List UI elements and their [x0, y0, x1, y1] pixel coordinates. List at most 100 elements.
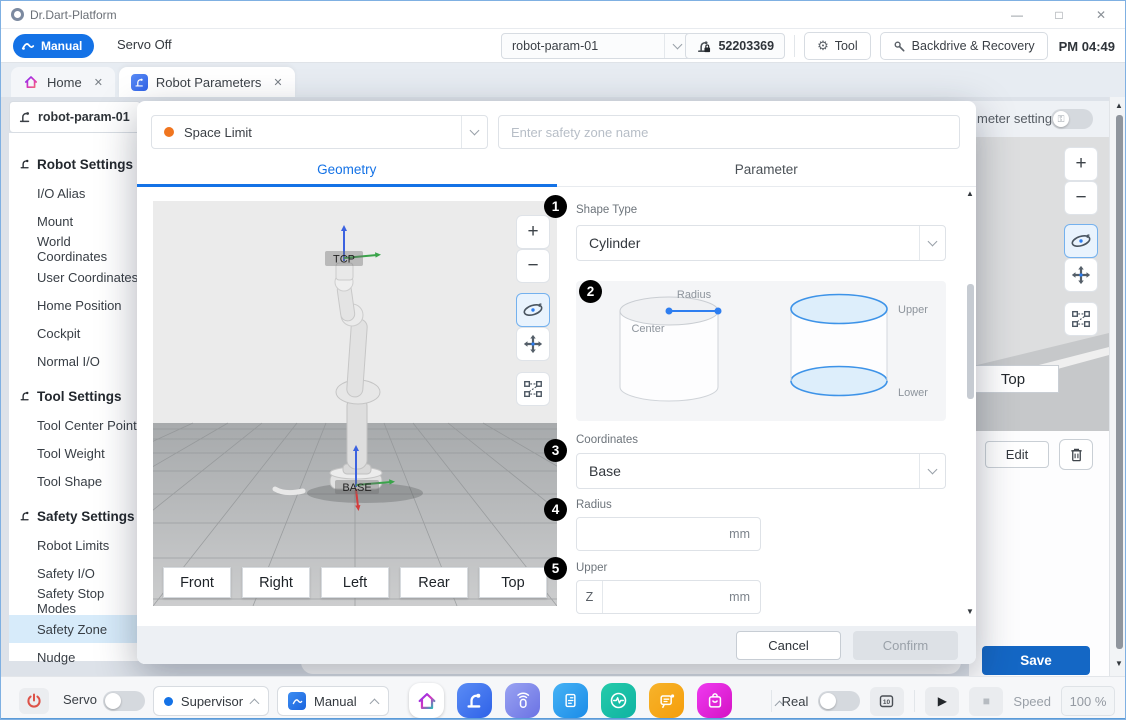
- tab-robot-parameters[interactable]: Robot Parameters ✕: [119, 67, 295, 97]
- view-top-button[interactable]: Top: [479, 567, 547, 598]
- zoom-out-button[interactable]: −: [1064, 181, 1098, 215]
- section-tool-settings[interactable]: Tool Settings: [9, 381, 141, 411]
- view-right-button[interactable]: Right: [242, 567, 310, 598]
- pan-button[interactable]: [516, 327, 550, 361]
- play-button[interactable]: ▶: [925, 687, 959, 716]
- sidebar-item-io-alias[interactable]: I/O Alias: [9, 179, 141, 207]
- robot-params-app-icon[interactable]: [457, 683, 492, 718]
- sidebar-item-user-coordinates[interactable]: User Coordinates: [9, 263, 141, 291]
- cancel-button[interactable]: Cancel: [736, 631, 841, 660]
- sidebar-item-cockpit[interactable]: Cockpit: [9, 319, 141, 347]
- jog-app-icon[interactable]: [505, 683, 540, 718]
- sidebar-item-home-position[interactable]: Home Position: [9, 291, 141, 319]
- monitoring-app-icon[interactable]: [601, 683, 636, 718]
- close-button[interactable]: ✕: [1087, 8, 1115, 22]
- task-writer-app-icon[interactable]: [553, 683, 588, 718]
- mode-select[interactable]: Manual: [277, 686, 389, 716]
- view-left-button[interactable]: Left: [321, 567, 389, 598]
- measure-button[interactable]: [516, 372, 550, 406]
- orbit-button[interactable]: [1064, 224, 1098, 258]
- confirm-button[interactable]: Confirm: [853, 631, 958, 660]
- section-robot-settings[interactable]: Robot Settings: [9, 149, 141, 179]
- upper-z-input[interactable]: [603, 581, 729, 613]
- orbit-button[interactable]: [516, 293, 550, 327]
- scrollbar-thumb[interactable]: [1116, 115, 1123, 649]
- view-front-button[interactable]: Front: [163, 567, 231, 598]
- chevron-down-icon: [919, 454, 945, 488]
- base-label: BASE: [342, 482, 371, 494]
- sidebar-item-world-coordinates[interactable]: World Coordinates: [9, 235, 141, 263]
- sidebar-header[interactable]: robot-param-01: [9, 101, 141, 133]
- robot-lock-icon: [696, 39, 711, 54]
- measure-button[interactable]: [1064, 302, 1098, 336]
- shape-type-select[interactable]: Cylinder: [576, 225, 946, 261]
- power-button[interactable]: [19, 688, 49, 714]
- sidebar-item-mount[interactable]: Mount: [9, 207, 141, 235]
- servo-state-label: Servo Off: [117, 37, 172, 52]
- close-icon[interactable]: ✕: [94, 76, 103, 89]
- lock-toggle[interactable]: ⚿: [1051, 109, 1093, 129]
- 3d-viewer[interactable]: TCP BASE + −: [153, 201, 557, 606]
- backdrive-recovery-button[interactable]: Backdrive & Recovery: [880, 32, 1048, 60]
- servo-label: Servo: [63, 692, 97, 707]
- sidebar-item-tool-weight[interactable]: Tool Weight: [9, 439, 141, 467]
- scroll-up-icon[interactable]: ▲: [1114, 101, 1124, 110]
- stop-button[interactable]: ■: [969, 687, 1003, 716]
- zone-name-input[interactable]: [498, 115, 960, 149]
- measure-icon: [1070, 308, 1092, 330]
- radius-input[interactable]: [577, 518, 729, 550]
- zoom-in-button[interactable]: +: [1064, 147, 1098, 181]
- zoom-in-button[interactable]: +: [516, 215, 550, 249]
- scroll-down-icon[interactable]: ▼: [965, 607, 975, 616]
- robot-serial-box[interactable]: 52203369: [685, 33, 785, 59]
- role-dot-icon: [164, 697, 173, 706]
- robot-param-select[interactable]: robot-param-01: [501, 33, 691, 59]
- real-label: Real: [782, 694, 809, 709]
- section-safety-settings[interactable]: Safety Settings: [9, 501, 141, 531]
- sidebar-item-safety-io[interactable]: Safety I/O: [9, 559, 141, 587]
- maximize-button[interactable]: □: [1045, 8, 1073, 22]
- zoom-out-button[interactable]: −: [516, 249, 550, 283]
- tab-geometry[interactable]: Geometry: [137, 153, 557, 186]
- scroll-down-icon[interactable]: ▼: [1114, 659, 1124, 668]
- delete-button[interactable]: [1059, 439, 1093, 470]
- sidebar-item-safety-zone[interactable]: Safety Zone: [9, 615, 141, 643]
- manual-mode-button[interactable]: Manual: [13, 34, 94, 58]
- log-app-icon[interactable]: [649, 683, 684, 718]
- real-toggle[interactable]: [818, 691, 860, 711]
- active-tab-underline: [137, 184, 557, 187]
- scroll-up-icon[interactable]: ▲: [965, 189, 975, 198]
- pan-button[interactable]: [1064, 258, 1098, 292]
- panel-scrollbar[interactable]: ▲ ▼: [963, 189, 977, 619]
- scrollbar-thumb[interactable]: [967, 284, 974, 399]
- cylinder-upper-lower-diagram: Upper Lower: [761, 281, 946, 421]
- chevron-up-icon: [250, 698, 260, 708]
- sidebar-item-tool-shape[interactable]: Tool Shape: [9, 467, 141, 495]
- zone-type-select[interactable]: Space Limit: [151, 115, 488, 149]
- page-scrollbar[interactable]: ▲ ▼: [1109, 97, 1126, 676]
- sidebar-item-normal-io[interactable]: Normal I/O: [9, 347, 141, 375]
- sidebar-item-robot-limits[interactable]: Robot Limits: [9, 531, 141, 559]
- save-button[interactable]: Save: [982, 646, 1090, 675]
- tab-parameter[interactable]: Parameter: [557, 153, 977, 186]
- sidebar-item-safety-stop-modes[interactable]: Safety Stop Modes: [9, 587, 141, 615]
- minimize-button[interactable]: —: [1003, 8, 1031, 22]
- sidebar-item-tool-center-point[interactable]: Tool Center Point: [9, 411, 141, 439]
- step-marker-3: 3: [544, 439, 567, 462]
- shape-type-label: Shape Type: [576, 204, 637, 216]
- background-view-top-button[interactable]: Top: [967, 365, 1059, 393]
- tool-button[interactable]: ⚙ Tool: [804, 32, 871, 60]
- tab-home[interactable]: Home ✕: [11, 67, 115, 97]
- view-rear-button[interactable]: Rear: [400, 567, 468, 598]
- chevron-down-icon: [919, 226, 945, 260]
- sidebar-item-nudge[interactable]: Nudge: [9, 643, 141, 671]
- role-select[interactable]: Supervisor: [153, 686, 269, 716]
- servo-toggle[interactable]: [103, 691, 145, 711]
- manual-hand-icon: [21, 39, 35, 53]
- edit-button[interactable]: Edit: [985, 441, 1049, 468]
- store-app-icon[interactable]: [697, 683, 732, 718]
- cycle-count-button[interactable]: 10: [870, 687, 904, 716]
- home-app-icon[interactable]: [409, 683, 444, 718]
- coordinates-select[interactable]: Base: [576, 453, 946, 489]
- close-icon[interactable]: ✕: [273, 76, 282, 89]
